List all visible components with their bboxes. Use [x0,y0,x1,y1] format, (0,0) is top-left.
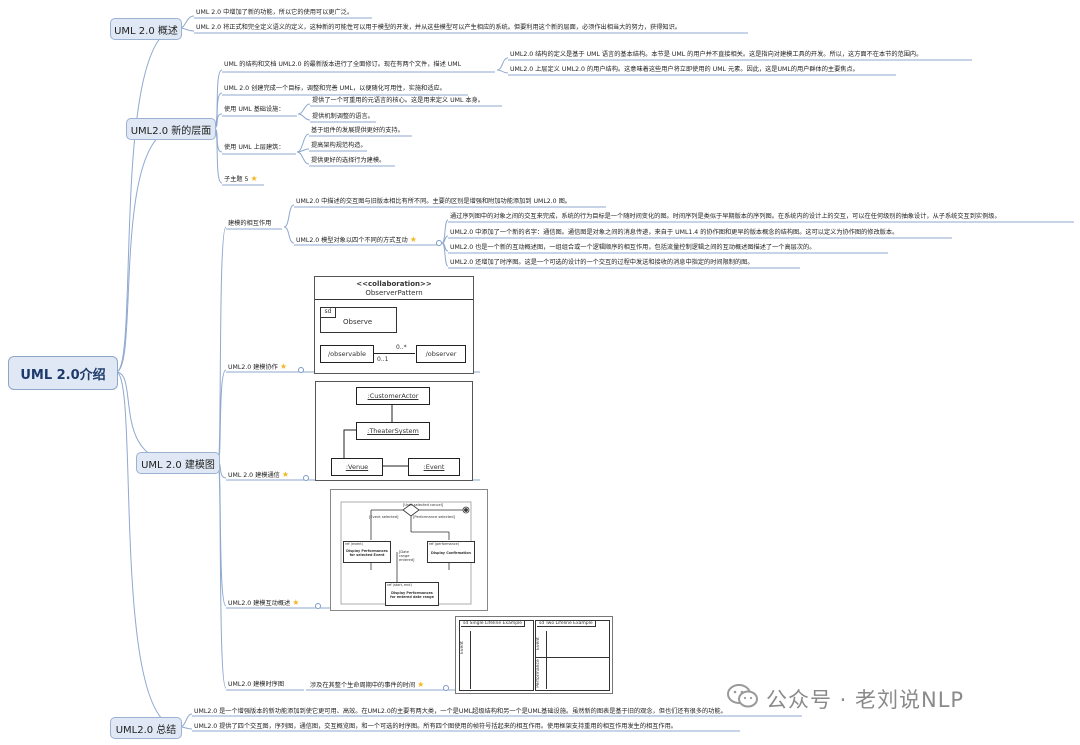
timing-label[interactable]: UML2.0 建模时序图 [228,681,284,689]
wechat-logo-icon [727,683,759,709]
collab-label[interactable]: UML2.0 建模协作 ★ [228,363,287,372]
overview-item-2[interactable]: UML 2.0 将正式和完全定义语义的定义，这种新的可能性可以用于模型的开发，并… [196,24,681,32]
guard-date-range: [Date range entered] [399,550,415,562]
root-topic[interactable]: UML 2.0介绍 [8,356,118,390]
sd-tag: sd [321,308,336,318]
summary-item-1[interactable]: UML2.0 是一个增强版本的新功能添加到使它更可用、高效。在UML2.0的主要… [194,708,727,716]
star-icon: ★ [279,362,288,371]
comm-label[interactable]: UML 2.0 建模通信 ★ [228,471,289,480]
star-icon: ★ [417,680,425,689]
infrastructure-label[interactable]: 使用 UML 基础设施： [224,106,285,114]
two-lane-performance-label: Performance [535,659,541,688]
star-icon: ★ [250,174,258,183]
restructure-sub-1[interactable]: UML2.0 结构的定义是基于 UML 语言的基本结构。本节是 UML 的用户并… [510,51,922,59]
observer-role: /observer [416,345,466,363]
watermark-text: 公众号 · 老刘说NLP [766,688,965,712]
association-line [373,353,415,354]
star-icon: ★ [409,235,417,244]
four-ways-item-2[interactable]: UML2.0 中添加了一个新的名字：通信图。通信图是对象之间的消息传递，来自于 … [450,229,898,237]
interaction-overview-diagram: [User selected cancel] [Event selected] … [330,489,488,611]
topic-overview[interactable]: UML 2.0 概述 [110,18,182,40]
topic-new-layers[interactable]: UML2.0 新的层面 [126,118,216,140]
star-icon: ★ [292,598,300,607]
observable-role: /observable [320,345,374,363]
expand-toggle-icon[interactable] [303,475,309,481]
two-lifeline-frame: sd Two Lifeline Example Event Performanc… [535,620,610,691]
superstructure-item-2[interactable]: 提高架构规范构造。 [311,142,367,150]
four-ways-item-3[interactable]: UML2.0 也是一个新的互动概述图，一组组合或一个逻辑顺序的相互作用，包括流量… [450,244,815,252]
four-ways-label[interactable]: UML2.0 模型对象以四个不同的方式互动 ★ [296,236,417,245]
ref-event-frame: ref (event) Display Performances for sel… [343,541,391,563]
expand-toggle-icon[interactable] [315,603,321,609]
ref-date-text: Display Performances for entered date ra… [390,591,434,599]
interaction-label[interactable]: 建模的相互作用 [228,220,271,228]
collaboration-diagram: <<collaboration>> ObserverPattern sd Obs… [314,276,474,374]
superstructure-label[interactable]: 使用 UML 上层建筑： [224,144,285,152]
expand-toggle-icon[interactable] [436,240,442,246]
goal-item[interactable]: UML 2.0 创建完成一个目标，调整和完善 UML，以便随化可用性，实施和适应… [224,85,446,93]
guard-performance-selected: [Performance selected] [413,515,455,519]
subtopic-5-label: 子主题 5 [224,176,249,183]
collab-text: UML2.0 建模协作 [228,364,278,371]
ref-event-tag: ref (event) [345,542,363,546]
superstructure-item-1[interactable]: 基于组件的发展提供更好的支持。 [311,127,404,135]
multiplicity-bottom: 0..1 [377,356,389,363]
ref-event-text: Display Performances for selected Event [346,549,388,557]
sd-observe-frame: sd Observe [320,307,397,333]
infrastructure-item-2[interactable]: 提供机制调整的语言。 [312,113,374,121]
single-lifeline-title: sd Single Lifeline Example [461,621,526,627]
collab-stereotype: <<collaboration>> [356,280,432,288]
ref-date-frame: ref (start, end) Display Performances fo… [385,582,439,606]
single-lane-divider [460,631,471,689]
overview-item-1[interactable]: UML 2.0 中增加了新的功能，所以它的使用可以更广泛。 [196,9,353,17]
subtopic-5[interactable]: 子主题 5 ★ [224,175,258,184]
two-lane-separator [536,657,609,658]
four-ways-item-1[interactable]: 通过序列图中的对象之间的交互来完成，系统的行为目标是一个随时间变化的图。时间序列… [450,213,1001,221]
two-lifeline-title: sd Two Lifeline Example [537,621,596,627]
communication-diagram: :CustomerActor :TheaterSystem :Venue :Ev… [315,381,473,481]
restructure-item[interactable]: UML 的结构和文档 UML2.0 的最新版本进行了全面修订。现在有两个文件，描… [224,61,461,69]
four-ways-item-4[interactable]: UML2.0 还增加了时序图。这是一个可选的设计的一个交互的过程中发送和接收的消… [450,259,754,267]
topic-modeling-diagrams[interactable]: UML 2.0 建模图 [136,452,220,474]
interaction-note[interactable]: UML2.0 中描述的交互图与旧版本相比有所不同。主要的区别是增强和附加功能添加… [296,198,571,206]
guard-user-cancel: [User selected cancel] [403,503,444,507]
collab-divider [315,299,473,300]
timing-diagram: sd Single Lifeline Example Event sd Two … [455,616,613,694]
timing-note-text: 涉及在其整个生命周期中的事件的时间 [310,682,416,689]
ref-date-tag: ref (start, end) [387,583,412,587]
sd-name: Observe [343,318,373,326]
ref-performance-frame: ref (performance) Display Confirmation [427,541,475,563]
topic-summary[interactable]: UML2.0 总结 [110,717,182,739]
guard-event-selected: [Event selected] [369,515,399,519]
collab-name: ObserverPattern [365,289,423,297]
interaction-overview-label[interactable]: UML2.0 建模互动概述 ★ [228,599,299,608]
ref-performance-tag: ref (performance) [429,542,460,546]
infrastructure-item-1[interactable]: 提供了一个可重用的元语言的核心。这是用来定义 UML 本身。 [312,97,484,105]
restructure-sub-2[interactable]: UML2.0 上层定义 UML2.0 的用户结构。这意味着这些用户将立即使用的 … [510,66,859,74]
expand-toggle-icon[interactable] [298,367,304,373]
single-lane-label: Event [459,641,465,654]
four-ways-text: UML2.0 模型对象以四个不同的方式互动 [296,237,408,244]
star-icon: ★ [281,470,289,479]
multiplicity-top: 0..* [396,344,407,351]
timing-note[interactable]: 涉及在其整个生命周期中的事件的时间 ★ [310,681,424,690]
interaction-overview-text: UML2.0 建模互动概述 [228,600,291,607]
two-lane-event-label: Event [535,637,541,650]
summary-item-2[interactable]: UML2.0 提供了四个交互图，序列图，通信图，交互概览图，和一个可选的时序图。… [194,723,677,731]
ref-performance-text: Display Confirmation [431,551,471,555]
expand-toggle-icon[interactable] [443,685,449,691]
single-lifeline-frame: sd Single Lifeline Example Event [459,620,534,691]
superstructure-item-3[interactable]: 提供更好的选择行为建模。 [311,157,385,165]
comm-links [343,404,408,467]
comm-text: UML 2.0 建模通信 [228,472,280,479]
